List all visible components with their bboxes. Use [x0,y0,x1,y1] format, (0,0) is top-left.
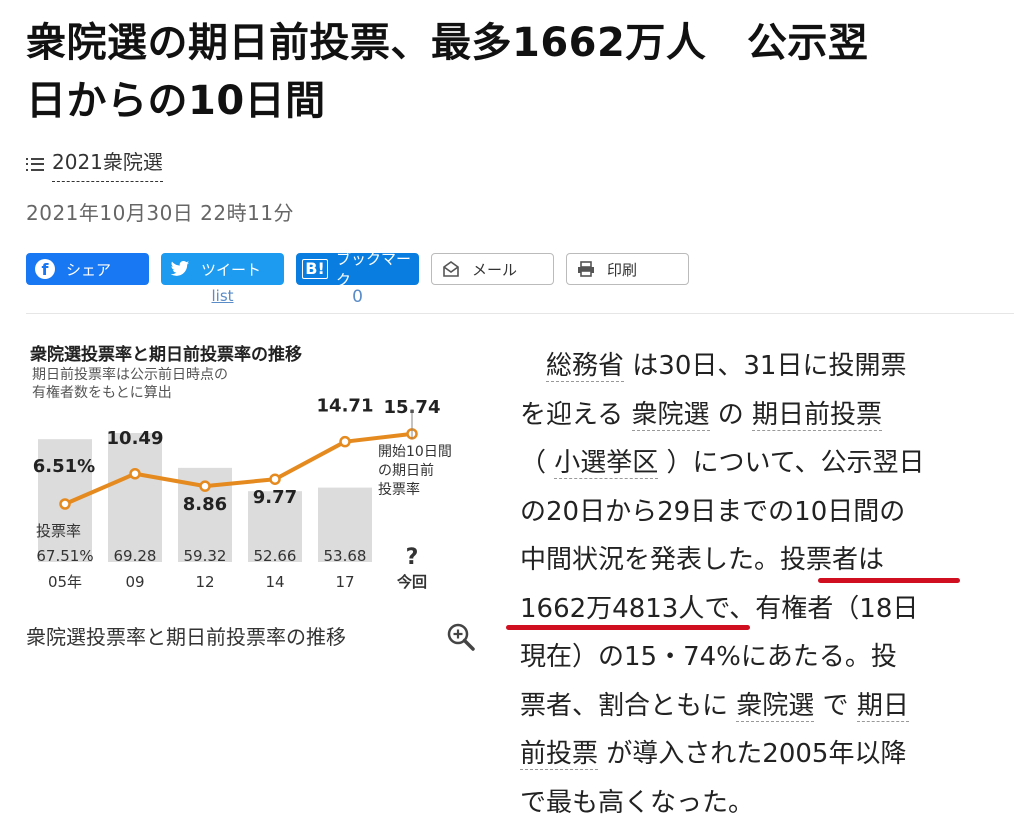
annotation-line-1: 開始10日間 [378,444,452,460]
body-line-3-text: ）について、公示翌日 [658,448,925,478]
x-tick-label: 14 [265,573,284,591]
hatena-bookmark-button[interactable]: B! ブックマーク [296,250,419,289]
turnout-rate-label: 67.51% [36,547,93,565]
body-line-8: 票者、割合ともに 衆院選 で 期日 [520,682,1000,731]
early-voting-rate-label: 6.51% [33,456,95,477]
mail-icon [440,258,462,280]
body-line-9: 前投票 が導入された2005年以降 [520,730,1000,779]
turnout-rate-label: 59.32 [184,547,227,565]
twitter-icon [169,258,191,280]
chart-figure[interactable]: 衆院選投票率と期日前投票率の推移 期日前投票率は公示前日時点の 有権者数をもとに… [28,338,473,598]
keyword-link-kijitsumae-2b[interactable]: 前投票 [520,739,599,770]
body-line-8-text: 票者、割合ともに [520,690,737,721]
early-voting-rate-label: 14.71 [317,396,374,417]
zoom-in-icon[interactable] [446,622,476,652]
turnout-series-label: 投票率 [36,522,81,540]
annotation-line-3: 投票率 [378,481,420,498]
body-line-2: を迎える 衆院選 の 期日前投票 [520,391,1000,440]
keyword-link-kijitsumae[interactable]: 期日前投票 [752,399,883,431]
keyword-link-shuinsen-2[interactable]: 衆院選 [736,690,815,722]
twitter-share-label: ツイート [201,260,262,279]
category-link[interactable]: 2021衆院選 [52,146,163,182]
body-line-3-pre: （ [520,448,555,478]
turnout-rate-label: ? [406,545,419,570]
early-voting-rate-label: 10.49 [107,428,164,449]
list-icon [26,157,44,171]
body-line-8-mid: で [814,690,857,721]
highlight-underline-1 [818,578,960,583]
body-line-4: の20日から29日までの10日間の [520,496,906,527]
early-voting-rate-label: 9.77 [253,487,297,508]
keyword-link-shuinsen[interactable]: 衆院選 [631,399,710,431]
early-voting-point [339,435,351,448]
body-line-6: 1662万4813人で、有権者（18日 [506,585,1000,634]
chart-note-line-2: 有権者数をもとに算出 [32,384,172,401]
hatena-bookmark-count[interactable]: 0 [296,287,419,307]
highlight-underline-2 [506,624,750,630]
x-tick-label: 17 [335,573,354,591]
body-line-2-text: を迎える [520,399,632,430]
early-voting-point [199,480,211,492]
turnout-rate-label: 69.28 [114,547,157,565]
article-headline: 衆院選の期日前投票、最多1662万人 公示翌 日からの10日間 [26,14,1001,130]
turnout-bar [108,433,162,562]
turnout-rate-label: 52.66 [254,547,297,565]
early-voting-point [59,498,71,510]
x-tick-label: 05年 [48,573,82,591]
mail-share-button[interactable]: メール [431,253,554,285]
printer-icon [575,258,597,280]
keyword-link-shosenkyoku[interactable]: 小選挙区 [554,448,659,479]
mail-share-label: メール [472,260,518,279]
print-button[interactable]: 印刷 [566,253,689,285]
turnout-rate-label: 53.68 [324,547,367,565]
facebook-share-label: シェア [66,260,112,279]
keyword-link-kijitsumae-2a[interactable]: 期日 [856,690,909,722]
category-tag[interactable]: 2021衆院選 [26,146,163,182]
early-voting-point [269,473,281,485]
x-tick-label: 今回 [396,573,427,591]
facebook-share-button[interactable]: f シェア [26,253,149,285]
chart-note-line-1: 期日前投票率は公示前日時点の [32,366,228,383]
hatena-bookmark-label: ブックマーク [336,250,412,289]
body-line-6-text: 1662万4813人で、有権者（18日 [520,593,919,624]
share-buttons: f シェア ツイート B! ブックマーク メール 印刷 list 0 [26,250,726,313]
turnout-chart: 衆院選投票率と期日前投票率の推移 期日前投票率は公示前日時点の 有権者数をもとに… [30,344,452,591]
hatena-icon-text: B! [302,259,328,279]
facebook-icon: f [34,258,56,280]
keyword-link-soumusho[interactable]: 総務省 [546,351,625,382]
twitter-share-button[interactable]: ツイート [161,253,284,285]
body-line-1-text: は30日、31日に投開票 [624,351,907,381]
body-line-7: 現在）の15・74%にあたる。投 [520,642,897,672]
figure-caption: 衆院選投票率と期日前投票率の推移 [26,625,346,649]
divider [26,313,1014,314]
early-voting-point [129,468,141,480]
print-label: 印刷 [607,260,638,279]
annotation-line-2: の期日前 [378,462,434,479]
twitter-list-link[interactable]: list [161,287,284,305]
body-line-5: 中間状況を発表した。投票者は [520,536,1000,585]
publish-date: 2021年10月30日 22時11分 [26,201,295,225]
body-line-3: （ 小選挙区 ）について、公示翌日 [520,439,1000,488]
body-line-5-text: 中間状況を発表した。投票者は [520,545,885,575]
early-voting-rate-label: 8.86 [183,494,227,515]
hatena-bookmark-icon: B! [302,258,328,280]
x-tick-label: 12 [195,573,214,591]
body-line-9-text: が導入された2005年以降 [598,739,907,769]
body-line-1: 総務省 は30日、31日に投開票 [520,342,1000,391]
x-tick-label: 09 [125,573,144,591]
article-body: 総務省 は30日、31日に投開票 を迎える 衆院選 の 期日前投票 （ 小選挙区… [506,342,1000,827]
chart-title: 衆院選投票率と期日前投票率の推移 [30,344,302,365]
headline-line-1: 衆院選の期日前投票、最多1662万人 公示翌 [26,20,869,66]
body-line-10: で最も高くなった。 [520,787,755,818]
headline-line-2: 日からの10日間 [26,78,326,124]
body-line-2-mid: の [709,399,753,430]
